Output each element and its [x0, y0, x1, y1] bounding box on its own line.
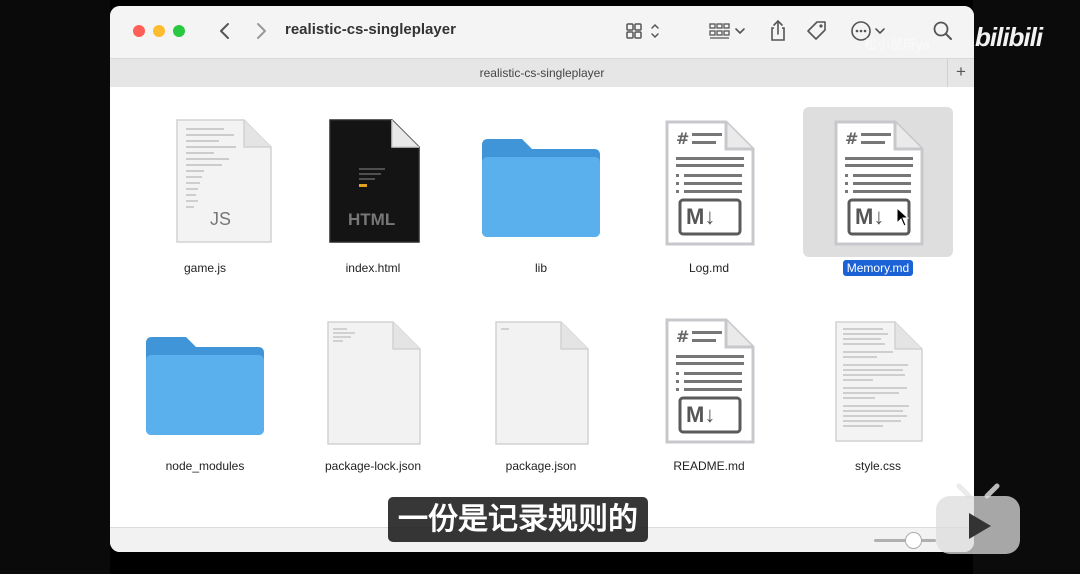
search-button[interactable]	[930, 18, 956, 49]
file-name-label: Log.md	[688, 261, 730, 275]
icon-size-slider-knob[interactable]	[905, 532, 922, 549]
svg-text:#: #	[676, 129, 689, 148]
file-name-label: node_modules	[165, 459, 245, 473]
video-subtitle: 一份是记录规则的	[388, 497, 648, 542]
zoom-window-button[interactable]	[173, 25, 185, 37]
markdown-badge: M↓	[686, 402, 716, 427]
search-icon	[933, 21, 952, 40]
tab-active[interactable]: realistic-cs-singleplayer	[110, 66, 974, 80]
finder-window: realistic-cs-singleplayer realistic-cs-s…	[110, 6, 974, 552]
chevron-left-icon	[220, 23, 229, 39]
bilibili-tv-icon	[936, 483, 1020, 554]
js-badge: JS	[210, 209, 232, 229]
folder-icon	[146, 337, 264, 435]
folder-item-node-modules[interactable]: node_modules	[130, 305, 280, 495]
markdown-badge: M↓	[855, 204, 885, 229]
folder-icon	[482, 139, 600, 237]
file-item-readme-md[interactable]: # M↓ README.md	[634, 305, 784, 495]
view-mode-button[interactable]	[624, 18, 664, 49]
file-item-index-html[interactable]: HTML index.html	[298, 107, 448, 297]
selected-file-name: Memory.md	[842, 260, 914, 276]
share-button[interactable]	[765, 18, 791, 49]
minimize-window-button[interactable]	[153, 25, 165, 37]
file-name-label: lib	[534, 261, 547, 275]
tag-icon	[807, 21, 826, 40]
video-letterbox-left	[0, 0, 110, 574]
folder-item-lib[interactable]: lib	[466, 107, 616, 297]
bilibili-logo: bilibili	[975, 22, 1043, 52]
file-item-package-lock-json[interactable]: package-lock.json	[298, 305, 448, 495]
file-grid: JS game.js HTML index.html lib # M↓ Log.…	[110, 87, 974, 527]
file-name-label: game.js	[183, 261, 227, 275]
share-icon	[771, 19, 785, 41]
svg-text:#: #	[676, 327, 689, 346]
toolbar: realistic-cs-singleplayer	[110, 6, 974, 58]
file-item-game-js[interactable]: JS game.js	[130, 107, 280, 297]
tab-bar: realistic-cs-singleplayer +	[110, 58, 974, 88]
icon-grid-view-icon	[626, 23, 659, 39]
new-tab-button[interactable]: +	[947, 59, 974, 87]
uploader-watermark: 松小鼠呀ya	[864, 37, 930, 52]
back-button[interactable]	[214, 19, 236, 43]
file-name-label: package.json	[505, 459, 577, 473]
group-items-icon	[709, 23, 745, 39]
file-item-memory-md[interactable]: # M↓ Memory.md	[803, 107, 953, 297]
html-badge: HTML	[348, 210, 396, 229]
tags-button[interactable]	[804, 18, 830, 49]
css-file-icon	[835, 321, 923, 442]
file-name-label: README.md	[673, 459, 745, 473]
svg-text:#: #	[845, 129, 858, 148]
file-name-label: index.html	[345, 261, 401, 275]
close-window-button[interactable]	[133, 25, 145, 37]
chevron-right-icon	[257, 23, 266, 39]
file-name-label: package-lock.json	[324, 459, 422, 473]
file-name-label: style.css	[854, 459, 901, 473]
forward-button[interactable]	[250, 19, 272, 43]
json-file-icon	[495, 321, 589, 445]
file-name-label: Memory.md	[803, 260, 953, 276]
file-item-style-css[interactable]: style.css	[803, 305, 953, 495]
mouse-cursor-icon	[896, 207, 910, 227]
file-item-package-json[interactable]: package.json	[466, 305, 616, 495]
window-title: realistic-cs-singleplayer	[285, 21, 456, 38]
markdown-badge: M↓	[686, 204, 716, 229]
group-button[interactable]	[708, 18, 748, 49]
json-file-icon	[327, 321, 421, 445]
file-item-log-md[interactable]: # M↓ Log.md	[634, 107, 784, 297]
